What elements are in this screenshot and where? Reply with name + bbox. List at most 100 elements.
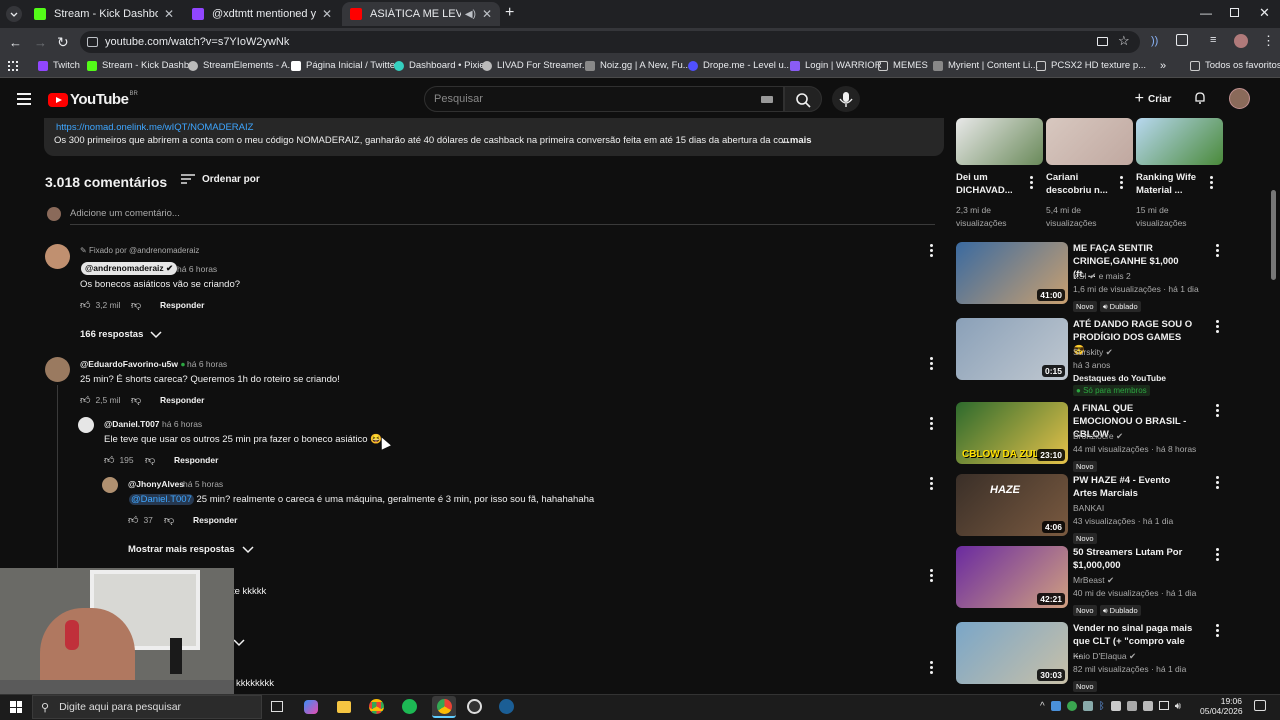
description-link[interactable]: https://nomad.onelink.me/wIQT/NOMADERAIZ (56, 122, 253, 133)
comment-time[interactable]: há 6 horas (162, 419, 202, 429)
bookmark-folder[interactable]: PCSX2 HD texture p... (1036, 60, 1146, 71)
bookmark-item[interactable]: Página Inicial / Twitter (291, 60, 398, 71)
keyboard-icon[interactable] (761, 96, 773, 103)
mention-link[interactable]: @Daniel.T007 (129, 494, 194, 505)
comment-menu-icon[interactable] (930, 244, 934, 258)
comment-menu-icon[interactable] (930, 357, 934, 371)
back-button[interactable]: ← (9, 35, 22, 50)
create-button[interactable]: + Criar (1128, 88, 1178, 110)
video-title[interactable]: Ranking Wife Material ... (1136, 171, 1206, 197)
channel-name[interactable]: MrBeast ✔ (1073, 575, 1114, 586)
steam-icon[interactable] (499, 699, 514, 714)
comment-author[interactable]: @EduardoFavorino-u5w ● (80, 359, 186, 369)
replies-toggle[interactable]: 166 respostas (80, 329, 163, 340)
video-thumbnail[interactable] (1136, 118, 1223, 165)
bookmark-item[interactable]: Noiz.gg | A New, Fu... (585, 60, 691, 71)
file-explorer-icon[interactable] (337, 701, 351, 713)
comment-avatar[interactable] (45, 244, 70, 269)
tab-youtube[interactable]: ASIÁTICA ME LEVOU AO CI ◀) ✕ (342, 2, 500, 26)
comment-avatar[interactable] (78, 417, 94, 433)
comment-menu-icon[interactable] (930, 569, 934, 583)
comment-menu-icon[interactable] (930, 417, 934, 431)
notification-center-icon[interactable] (1254, 700, 1266, 711)
voice-search-button[interactable] (832, 86, 860, 112)
bookmark-star-icon[interactable]: ☆ (1118, 33, 1130, 49)
video-menu-icon[interactable] (1216, 548, 1220, 562)
bookmark-item[interactable]: StreamElements - A... (188, 60, 295, 71)
like-button[interactable]: 👍︎ 37 (128, 514, 153, 526)
comment-menu-icon[interactable] (930, 661, 934, 675)
new-tab-button[interactable]: + (505, 4, 514, 22)
system-tray[interactable]: ^ ᛒ 🔊︎ (1040, 701, 1181, 712)
video-title[interactable]: Cariani descobriu n... (1046, 171, 1116, 197)
chrome-icon[interactable] (369, 699, 384, 714)
bookmark-item[interactable]: Dashboard • Pixie (394, 60, 485, 71)
video-thumbnail[interactable]: 42:21 (956, 546, 1068, 608)
video-thumbnail[interactable]: 0:15 (956, 318, 1068, 380)
account-avatar[interactable] (1229, 88, 1250, 109)
forward-button[interactable]: → (34, 35, 47, 50)
comment-time[interactable]: há 6 horas (187, 359, 227, 369)
channel-name[interactable]: Kaio D'Elaqua ✔ (1073, 651, 1136, 662)
comment-author[interactable]: @Daniel.T007 (104, 419, 160, 429)
reply-button[interactable]: Responder (160, 300, 204, 310)
tray-app-icon[interactable] (1142, 701, 1153, 711)
video-menu-icon[interactable] (1216, 476, 1220, 490)
close-icon[interactable]: ✕ (482, 7, 492, 21)
video-menu-icon[interactable] (1216, 244, 1220, 258)
bookmark-item[interactable]: Myrient | Content Li... (933, 60, 1038, 71)
dislike-button[interactable]: 👎︎ (131, 299, 141, 311)
like-button[interactable]: 👍︎ 195 (104, 454, 134, 466)
video-thumbnail[interactable]: HAZE 4:06 (956, 474, 1068, 536)
bookmark-item[interactable]: Login | WARRIOR (790, 60, 882, 71)
reload-button[interactable]: ↻ (57, 34, 69, 51)
tray-app-icon[interactable] (1050, 701, 1061, 711)
video-thumbnail[interactable] (1046, 118, 1133, 165)
tab-kick[interactable]: Stream - Kick Dashboard ✕ (26, 2, 182, 26)
bookmark-item[interactable]: Stream - Kick Dashb... (87, 60, 197, 71)
add-comment-input[interactable]: Adicione um comentário... (70, 208, 180, 219)
video-title[interactable]: Dei um DICHAVAD... (956, 171, 1022, 197)
chevron-up-icon[interactable]: ^ (1040, 701, 1045, 712)
windows-start-icon[interactable] (10, 701, 22, 713)
dislike-button[interactable]: 👎︎ (131, 394, 141, 406)
install-icon[interactable] (1097, 37, 1108, 46)
reading-list-icon[interactable]: ≡ (1210, 34, 1216, 46)
page-scrollbar[interactable] (1271, 190, 1276, 280)
like-button[interactable]: 👍︎ 3,2 mil (80, 299, 121, 311)
channel-name[interactable]: Surskity ✔ (1073, 347, 1113, 358)
reply-button[interactable]: Responder (160, 395, 204, 405)
apps-grid-icon[interactable] (8, 61, 18, 71)
extension-icon[interactable]: )) (1151, 35, 1158, 47)
tab-search-button[interactable] (6, 6, 22, 22)
video-title[interactable]: 50 Streamers Lutam Por $1,000,000 (1073, 546, 1193, 572)
video-menu-icon[interactable] (1216, 624, 1220, 638)
hamburger-menu-icon[interactable] (17, 93, 31, 105)
profile-avatar[interactable] (1234, 34, 1248, 48)
sort-button[interactable]: Ordenar por (180, 172, 260, 186)
tray-app-icon[interactable] (1082, 701, 1093, 711)
close-window-button[interactable]: ✕ (1259, 5, 1270, 21)
taskbar-search-box[interactable]: ⚲ Digite aqui para pesquisar (32, 695, 262, 719)
video-menu-icon[interactable] (1210, 176, 1214, 190)
reply-button[interactable]: Responder (193, 515, 237, 525)
video-thumbnail[interactable]: 30:03 (956, 622, 1068, 684)
channel-name[interactable]: BANKAI (1073, 503, 1104, 513)
like-button[interactable]: 👍︎ 2,5 mil (80, 394, 121, 406)
video-menu-icon[interactable] (1030, 176, 1034, 190)
spotify-icon[interactable] (402, 699, 417, 714)
clock[interactable]: 19:06 05/04/2026 (1200, 696, 1243, 716)
url-text[interactable]: youtube.com/watch?v=s7YIoW2ywNk (105, 36, 289, 48)
obs-icon[interactable] (467, 699, 482, 714)
volume-icon[interactable]: 🔊︎ (1175, 701, 1181, 712)
tray-app-icon[interactable] (1126, 701, 1137, 711)
chrome-active-icon[interactable] (432, 696, 456, 718)
copilot-icon[interactable] (304, 700, 318, 714)
channel-name[interactable]: Bronziocre ✔ (1073, 431, 1123, 442)
search-button[interactable] (784, 86, 822, 112)
close-icon[interactable]: ✕ (322, 7, 332, 21)
dislike-button[interactable]: 👎︎ (164, 514, 174, 526)
video-menu-icon[interactable] (1216, 404, 1220, 418)
show-more-link[interactable]: ...mais (782, 135, 812, 146)
tray-app-icon[interactable] (1066, 701, 1077, 711)
